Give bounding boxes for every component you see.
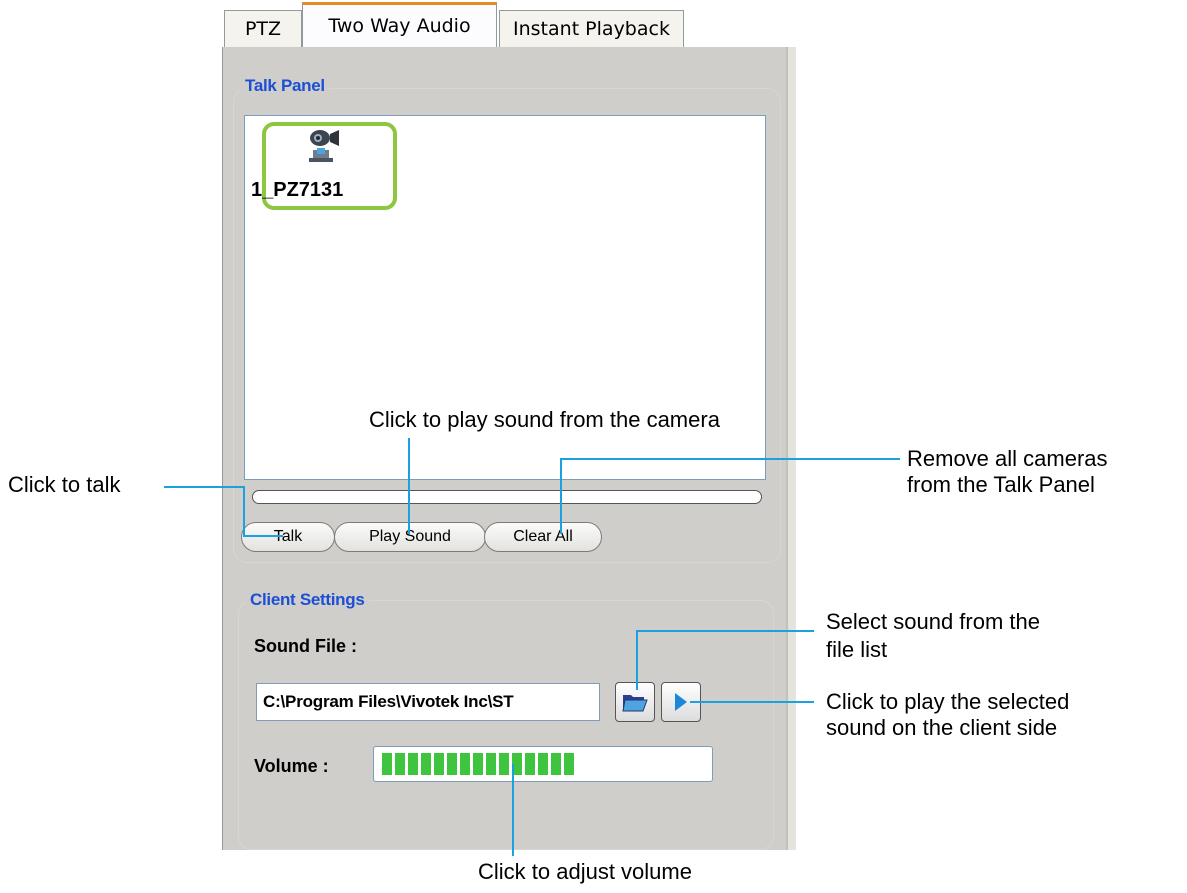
clear-all-button[interactable]: Clear All: [484, 522, 602, 552]
volume-segment: [460, 753, 470, 775]
volume-segment: [499, 753, 509, 775]
volume-label: Volume :: [254, 756, 329, 776]
panel-edge: [788, 47, 796, 850]
callout-line-browse: [636, 630, 638, 690]
play-triangle-icon: [675, 693, 687, 711]
volume-segment: [486, 753, 496, 775]
callout-select-line2: file list: [826, 637, 888, 662]
camera-label: 1_PZ7131: [251, 179, 344, 201]
callout-line-talk: [164, 486, 244, 488]
callout-talk: Click to talk: [8, 472, 121, 497]
volume-segment: [408, 753, 418, 775]
talk-progress-bar: [252, 490, 762, 504]
volume-segment: [382, 753, 392, 775]
volume-segment: [525, 753, 535, 775]
callout-remove-line2: from the Talk Panel: [907, 472, 1095, 497]
callout-line-talk-h: [243, 535, 283, 537]
sound-file-path-field[interactable]: C:\Program Files\Vivotek Inc\ST: [256, 683, 600, 721]
callout-line-clear-all-h: [560, 458, 900, 460]
callout-select-line1: Select sound from the: [826, 609, 1041, 634]
callout-remove-line1: Remove all cameras: [907, 446, 1108, 471]
callout-line-clear-all: [560, 458, 562, 534]
tab-ptz[interactable]: PTZ: [224, 10, 302, 47]
callout-line-volume: [512, 764, 514, 856]
callout-play-selected-line2: sound on the client side: [826, 715, 1058, 740]
volume-segment: [434, 753, 444, 775]
callout-adjust-volume: Click to adjust volume: [478, 859, 692, 884]
callout-line-play-sound: [408, 438, 410, 534]
sound-file-label: Sound File :: [254, 636, 357, 656]
callout-line-talk-v: [243, 486, 245, 536]
talk-button[interactable]: Talk: [241, 522, 335, 552]
tab-strip: PTZ Two Way Audio Instant Playback: [222, 0, 796, 47]
volume-segment: [564, 753, 574, 775]
callout-line-browse-h: [636, 630, 814, 632]
volume-segment: [538, 753, 548, 775]
volume-level-bar: [382, 753, 574, 775]
ptz-camera-icon: [309, 130, 339, 162]
volume-segment: [473, 753, 483, 775]
callout-play-selected-line1: Click to play the selected: [826, 689, 1070, 714]
browse-sound-button[interactable]: [615, 682, 655, 722]
callout-play-sound: Click to play sound from the camera: [369, 407, 720, 432]
volume-segment: [551, 753, 561, 775]
play-sound-button[interactable]: Play Sound: [334, 522, 486, 552]
volume-segment: [421, 753, 431, 775]
tab-two-way-audio[interactable]: Two Way Audio: [302, 2, 497, 47]
volume-segment: [395, 753, 405, 775]
client-settings-title: Client Settings: [246, 590, 369, 610]
volume-segment: [447, 753, 457, 775]
tab-instant-playback[interactable]: Instant Playback: [499, 10, 684, 47]
open-folder-icon: [622, 695, 648, 712]
callout-line-play-file: [690, 701, 814, 703]
talk-panel-title: Talk Panel: [241, 76, 329, 96]
